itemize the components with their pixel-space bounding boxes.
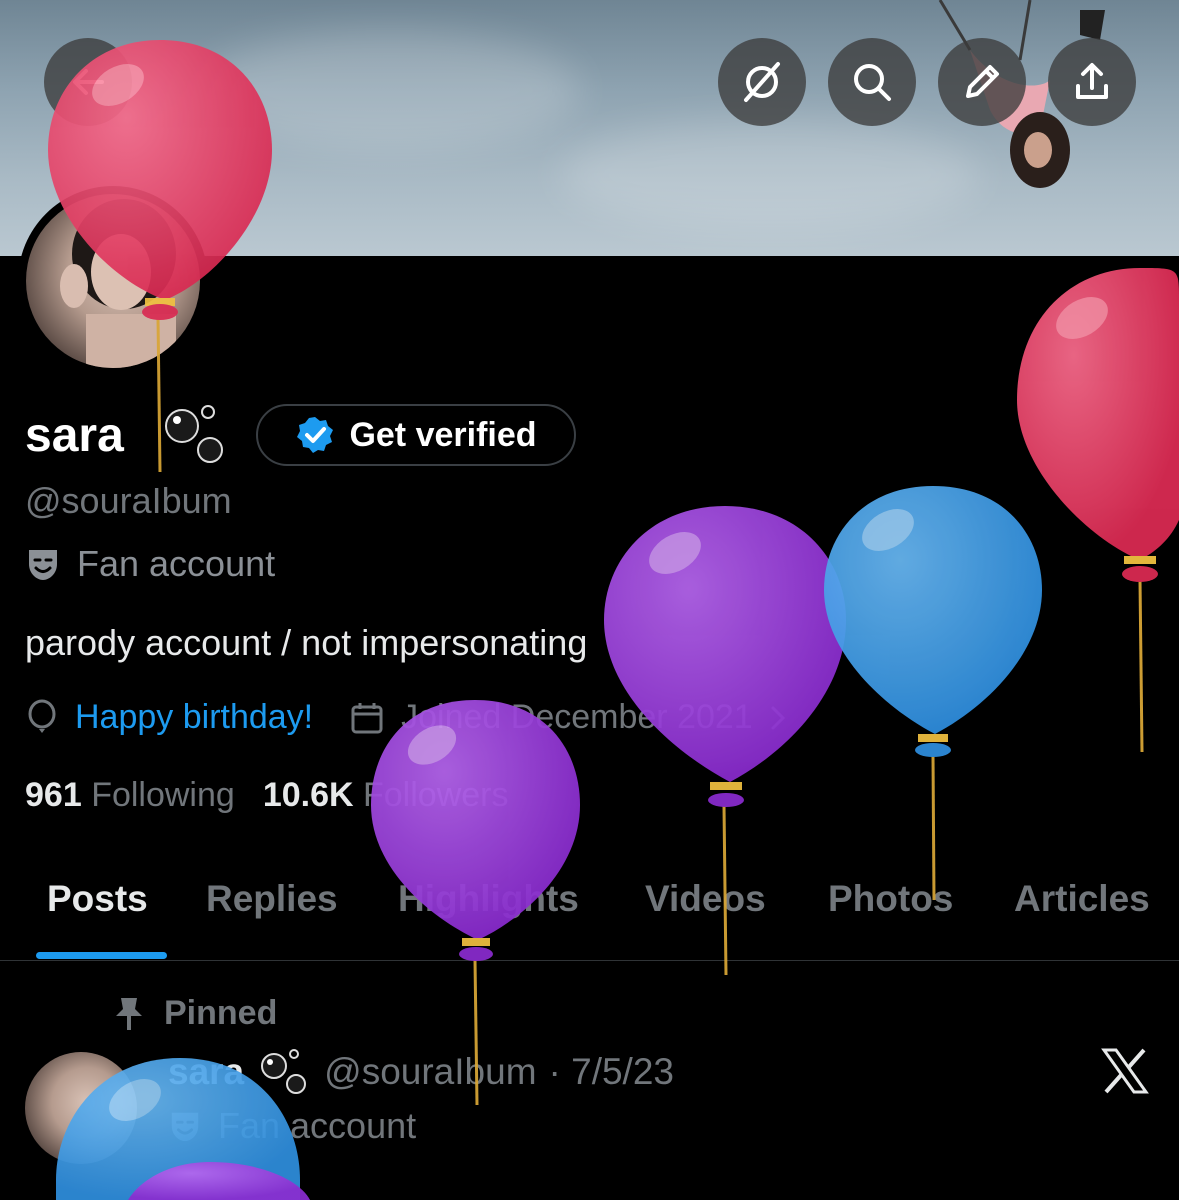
x-logo-icon (1101, 1048, 1149, 1094)
grok-button[interactable] (718, 38, 806, 126)
category-label: Fan account (77, 543, 276, 584)
post-category-label: Fan account (218, 1105, 417, 1146)
tab-posts[interactable]: Posts (47, 878, 148, 920)
tab-videos[interactable]: Videos (645, 878, 766, 920)
profile-meta: Happy birthday! Joined December 2021 (25, 698, 789, 737)
pinned-indicator: Pinned (112, 994, 277, 1033)
followers-count: 10.6K (262, 776, 354, 814)
post-header: sara @souraIbum · 7/5/23 (168, 1048, 674, 1096)
calendar-icon (351, 702, 383, 733)
pin-icon (116, 997, 142, 1030)
following-count: 961 (25, 776, 82, 814)
edit-button[interactable] (938, 38, 1026, 126)
post-author-avatar[interactable] (25, 1052, 137, 1164)
following-label: Following (91, 776, 235, 814)
theater-mask-icon (171, 1112, 199, 1142)
active-tab-indicator (36, 952, 167, 959)
post-date[interactable]: · 7/5/23 (549, 1051, 674, 1093)
bubbles-emoji-icon (165, 405, 223, 463)
followers-link[interactable]: 10.6K Followers (263, 776, 509, 815)
following-link[interactable]: 961 Following (25, 776, 235, 815)
post-author-name[interactable]: sara (168, 1051, 244, 1093)
get-verified-button[interactable]: Get verified (256, 404, 576, 466)
profile-avatar[interactable] (18, 186, 208, 376)
share-button[interactable] (1048, 38, 1136, 126)
tab-highlights[interactable]: Highlights (398, 878, 579, 920)
chevron-right-icon[interactable] (767, 703, 789, 733)
post-author-category: Fan account (168, 1105, 416, 1147)
profile-stats: 961 Following 10.6K Followers (25, 776, 508, 815)
profile-name: sara (25, 409, 124, 462)
tab-replies[interactable]: Replies (206, 878, 338, 920)
verified-badge-icon (297, 417, 334, 453)
edit-icon (966, 65, 999, 98)
followers-label: Followers (363, 776, 509, 814)
balloon-icon (28, 699, 56, 733)
grok-icon (744, 62, 780, 102)
get-verified-label: Get verified (349, 415, 537, 454)
search-icon (854, 64, 891, 101)
profile-category: Fan account (25, 543, 275, 585)
tab-articles[interactable]: Articles (1014, 878, 1150, 920)
joined-date: Joined December 2021 (401, 698, 753, 736)
balloon-red-right (1017, 268, 1179, 753)
search-button[interactable] (828, 38, 916, 126)
balloon-purple-bottom (128, 1162, 310, 1200)
theater-mask-icon (29, 550, 57, 580)
balloon-blue-middle (824, 486, 1042, 901)
bubbles-emoji-icon (261, 1049, 307, 1094)
pinned-label: Pinned (164, 994, 278, 1032)
profile-tabs: Posts Replies Highlights Videos Photos A… (0, 870, 1179, 961)
birthday-link[interactable]: Happy birthday! (75, 698, 313, 737)
tab-photos[interactable]: Photos (828, 878, 953, 920)
back-icon (73, 69, 104, 95)
profile-handle: @souraIbum (25, 480, 232, 521)
share-icon (1076, 63, 1108, 99)
avatar-photo (26, 194, 200, 368)
back-button[interactable] (44, 38, 132, 126)
profile-bio: parody account / not impersonating (25, 622, 588, 663)
post-author-handle[interactable]: @souraIbum (324, 1051, 536, 1093)
